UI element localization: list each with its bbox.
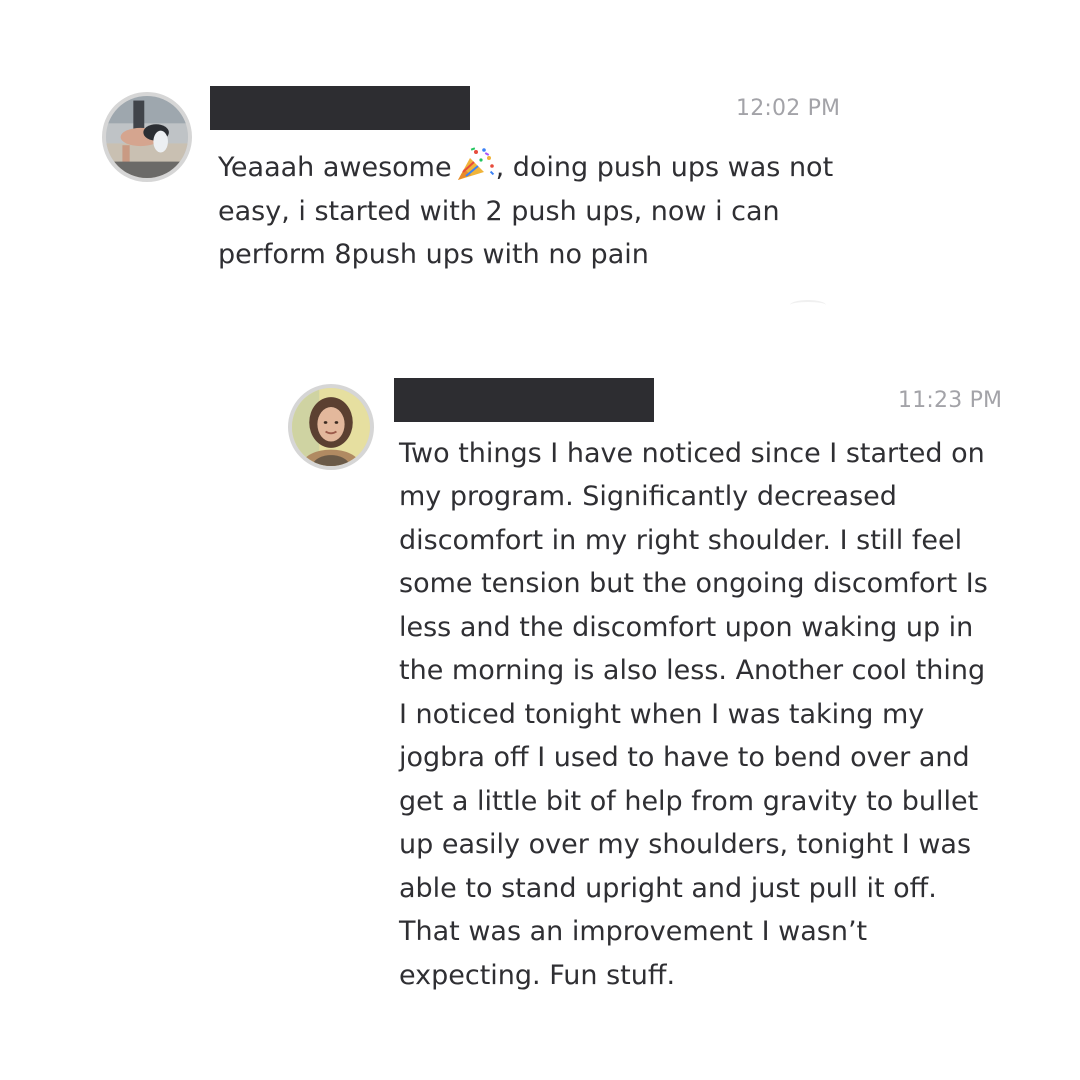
avatar[interactable] (288, 384, 374, 470)
message-text: Two things I have noticed since I starte… (399, 438, 988, 991)
sender-name-redacted (394, 378, 654, 422)
message-timestamp: 11:23 PM (898, 388, 1003, 413)
avatar-photo (292, 388, 370, 466)
message-item: 11:23 PM Two things I have noticed since… (0, 0, 1080, 1080)
